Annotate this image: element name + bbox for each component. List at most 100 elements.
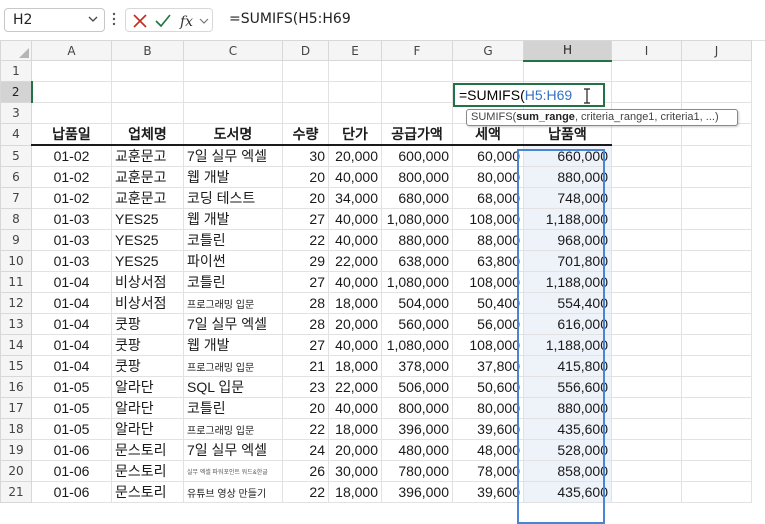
cell-h13[interactable]: 616,000 <box>523 313 612 335</box>
cell-a15[interactable]: 01-04 <box>31 355 112 377</box>
cell-i11[interactable] <box>611 271 682 293</box>
row-header-18[interactable]: 18 <box>0 418 32 440</box>
cell-e21[interactable]: 18,000 <box>328 481 382 503</box>
cell-c21[interactable]: 유튜브 영상 만들기 <box>183 481 283 503</box>
column-header-h[interactable]: H <box>523 40 612 62</box>
row-header-15[interactable]: 15 <box>0 355 32 377</box>
cell-f21[interactable]: 396,000 <box>381 481 453 503</box>
cell-g12[interactable]: 50,400 <box>452 292 524 314</box>
cell-e14[interactable]: 40,000 <box>328 334 382 356</box>
cell-g5[interactable]: 60,000 <box>452 144 524 167</box>
cell-a11[interactable]: 01-04 <box>31 271 112 293</box>
cell-e12[interactable]: 18,000 <box>328 292 382 314</box>
cell-i1[interactable] <box>611 60 682 82</box>
cell-b12[interactable]: 비상서점 <box>111 292 184 314</box>
cell-d13[interactable]: 28 <box>282 313 329 335</box>
cell-a12[interactable]: 01-04 <box>31 292 112 314</box>
cell-d10[interactable]: 29 <box>282 250 329 272</box>
cell-f9[interactable]: 880,000 <box>381 229 453 251</box>
cell-e19[interactable]: 20,000 <box>328 439 382 461</box>
cell-e7[interactable]: 34,000 <box>328 187 382 209</box>
cell-i16[interactable] <box>611 376 682 398</box>
cell-i18[interactable] <box>611 418 682 440</box>
enter-check-icon[interactable] <box>155 13 171 29</box>
cell-f14[interactable]: 1,080,000 <box>381 334 453 356</box>
cell-e13[interactable]: 20,000 <box>328 313 382 335</box>
cell-j13[interactable] <box>681 313 752 335</box>
cell-a3[interactable] <box>31 102 112 124</box>
cell-d7[interactable]: 20 <box>282 187 329 209</box>
cell-c13[interactable]: 7일 실무 엑셀 <box>183 313 283 335</box>
cell-i6[interactable] <box>611 166 682 188</box>
cell-h14[interactable]: 1,188,000 <box>523 334 612 356</box>
cell-e16[interactable]: 22,000 <box>328 376 382 398</box>
cell-f6[interactable]: 800,000 <box>381 166 453 188</box>
cell-f8[interactable]: 1,080,000 <box>381 208 453 230</box>
cell-g11[interactable]: 108,000 <box>452 271 524 293</box>
chevron-down-icon[interactable] <box>199 16 209 26</box>
cell-a10[interactable]: 01-03 <box>31 250 112 272</box>
row-header-11[interactable]: 11 <box>0 271 32 293</box>
cell-c9[interactable]: 코틀린 <box>183 229 283 251</box>
cell-a1[interactable] <box>31 60 112 82</box>
cell-b3[interactable] <box>111 102 184 124</box>
cell-d15[interactable]: 21 <box>282 355 329 377</box>
table-header-g[interactable]: 세액 <box>452 123 524 146</box>
cell-d17[interactable]: 20 <box>282 397 329 419</box>
cell-f17[interactable]: 800,000 <box>381 397 453 419</box>
cell-b11[interactable]: 비상서점 <box>111 271 184 293</box>
cell-f16[interactable]: 506,000 <box>381 376 453 398</box>
cell-j6[interactable] <box>681 166 752 188</box>
row-header-8[interactable]: 8 <box>0 208 32 230</box>
cell-c7[interactable]: 코딩 테스트 <box>183 187 283 209</box>
cell-a20[interactable]: 01-06 <box>31 460 112 482</box>
row-header-13[interactable]: 13 <box>0 313 32 335</box>
column-header-b[interactable]: B <box>111 40 184 61</box>
cell-c18[interactable]: 프로그래밍 입문 <box>183 418 283 440</box>
cell-c2[interactable] <box>183 81 283 103</box>
cell-c17[interactable]: 코틀린 <box>183 397 283 419</box>
column-header-f[interactable]: F <box>381 40 453 61</box>
table-header-d[interactable]: 수량 <box>282 123 329 146</box>
cell-c5[interactable]: 7일 실무 엑셀 <box>183 144 283 167</box>
cell-e6[interactable]: 40,000 <box>328 166 382 188</box>
cell-i14[interactable] <box>611 334 682 356</box>
cell-f3[interactable] <box>381 102 453 124</box>
cell-b16[interactable]: 알라단 <box>111 376 184 398</box>
cell-d16[interactable]: 23 <box>282 376 329 398</box>
cell-d21[interactable]: 22 <box>282 481 329 503</box>
cell-i7[interactable] <box>611 187 682 209</box>
column-header-j[interactable]: J <box>681 40 752 61</box>
cell-g15[interactable]: 37,800 <box>452 355 524 377</box>
row-header-5[interactable]: 5 <box>0 144 32 167</box>
cell-i2[interactable] <box>611 81 682 103</box>
cell-e17[interactable]: 40,000 <box>328 397 382 419</box>
cell-h5[interactable]: 660,000 <box>523 144 612 167</box>
cell-j19[interactable] <box>681 439 752 461</box>
cell-g6[interactable]: 80,000 <box>452 166 524 188</box>
cell-a13[interactable]: 01-04 <box>31 313 112 335</box>
cell-j4[interactable] <box>681 123 752 146</box>
cell-d20[interactable]: 26 <box>282 460 329 482</box>
cell-j20[interactable] <box>681 460 752 482</box>
cell-j2[interactable] <box>681 81 752 103</box>
cell-c10[interactable]: 파이썬 <box>183 250 283 272</box>
cell-h7[interactable]: 748,000 <box>523 187 612 209</box>
cell-c19[interactable]: 7일 실무 엑셀 <box>183 439 283 461</box>
function-tooltip[interactable]: SUMIFS(sum_range, criteria_range1, crite… <box>466 109 738 126</box>
cell-h16[interactable]: 556,600 <box>523 376 612 398</box>
cell-c3[interactable] <box>183 102 283 124</box>
cell-i10[interactable] <box>611 250 682 272</box>
cell-j16[interactable] <box>681 376 752 398</box>
cell-b14[interactable]: 쿳팡 <box>111 334 184 356</box>
cell-j1[interactable] <box>681 60 752 82</box>
row-header-17[interactable]: 17 <box>0 397 32 419</box>
cell-g19[interactable]: 48,000 <box>452 439 524 461</box>
cell-e2[interactable] <box>328 81 382 103</box>
cell-j11[interactable] <box>681 271 752 293</box>
row-header-21[interactable]: 21 <box>0 481 32 503</box>
column-header-a[interactable]: A <box>31 40 112 61</box>
cell-b2[interactable] <box>111 81 184 103</box>
cell-e15[interactable]: 18,000 <box>328 355 382 377</box>
insert-function-icon[interactable]: fx <box>179 13 197 29</box>
